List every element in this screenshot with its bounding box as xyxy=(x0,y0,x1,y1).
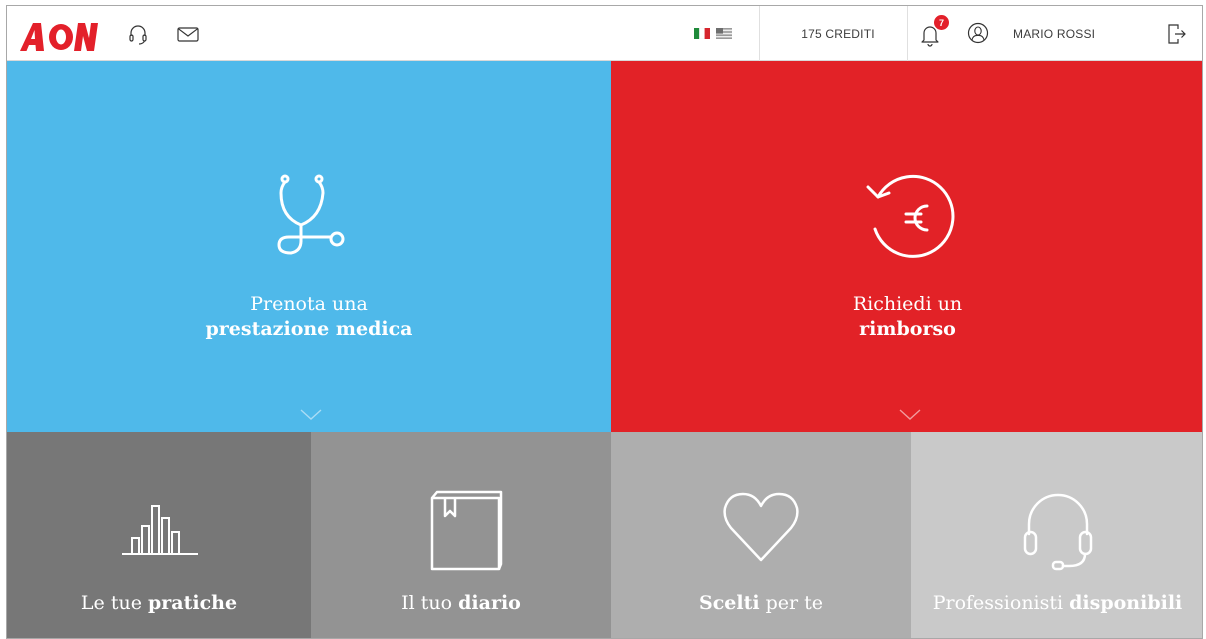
refund-tile-label: Richiedi un rimborso xyxy=(611,292,1202,342)
refund-tile-line1: Richiedi un xyxy=(852,293,963,315)
flag-us-icon[interactable] xyxy=(716,28,732,39)
mail-icon[interactable] xyxy=(177,27,199,42)
chosen-for-you-tile[interactable]: Scelti per te xyxy=(611,432,911,638)
diary-tile-label: Il tuo diario xyxy=(311,591,611,615)
practices-label-bold: pratiche xyxy=(147,592,238,614)
pros-label-bold: disponibili xyxy=(1069,592,1183,614)
headset-icon[interactable] xyxy=(128,24,148,46)
chevron-down-icon[interactable] xyxy=(300,409,322,421)
medical-tile-line1: Prenota una xyxy=(250,293,368,315)
pros-label-text: Professionisti xyxy=(932,592,1070,614)
diary-label-bold: diario xyxy=(458,592,521,614)
header-divider xyxy=(759,6,760,61)
user-name[interactable]: MARIO ROSSI xyxy=(1013,6,1095,61)
header-divider xyxy=(907,6,908,61)
stethoscope-icon xyxy=(277,174,345,255)
notification-badge: 7 xyxy=(934,15,949,30)
top-bar: 175 CREDITI 7 MARIO ROSSI xyxy=(7,6,1202,61)
refund-tile-line2: rimborso xyxy=(859,318,956,340)
euro-refund-icon xyxy=(866,174,955,258)
user-icon[interactable] xyxy=(967,22,989,44)
flag-it-icon[interactable] xyxy=(694,28,710,39)
credits-label[interactable]: 175 CREDITI xyxy=(764,6,912,61)
chosen-tile-label: Scelti per te xyxy=(611,591,911,615)
request-refund-tile[interactable]: Richiedi un rimborso xyxy=(611,61,1202,432)
medical-tile-line2: prestazione medica xyxy=(205,318,413,340)
pros-tile-label: Professionisti disponibili xyxy=(911,591,1202,615)
logout-icon[interactable] xyxy=(1167,23,1187,45)
chosen-label-text: per te xyxy=(759,592,824,614)
chevron-down-icon[interactable] xyxy=(899,409,921,421)
chosen-label-bold: Scelti xyxy=(698,592,760,614)
support-headset-icon xyxy=(1023,493,1093,571)
aon-logo[interactable] xyxy=(20,21,98,51)
heart-icon xyxy=(723,492,799,562)
medical-tile-label: Prenota una prestazione medica xyxy=(7,292,611,342)
app-frame: 175 CREDITI 7 MARIO ROSSI Prenota una pr… xyxy=(6,5,1203,639)
your-practices-tile[interactable]: Le tue pratiche xyxy=(7,432,311,638)
available-professionals-tile[interactable]: Professionisti disponibili xyxy=(911,432,1202,638)
diary-label-text: Il tuo xyxy=(401,592,459,614)
your-diary-tile[interactable]: Il tuo diario xyxy=(311,432,611,638)
practices-tile-label: Le tue pratiche xyxy=(7,591,311,615)
book-icon xyxy=(430,490,503,571)
bar-chart-icon xyxy=(122,505,198,555)
book-medical-service-tile[interactable]: Prenota una prestazione medica xyxy=(7,61,611,432)
practices-label-text: Le tue xyxy=(80,592,148,614)
